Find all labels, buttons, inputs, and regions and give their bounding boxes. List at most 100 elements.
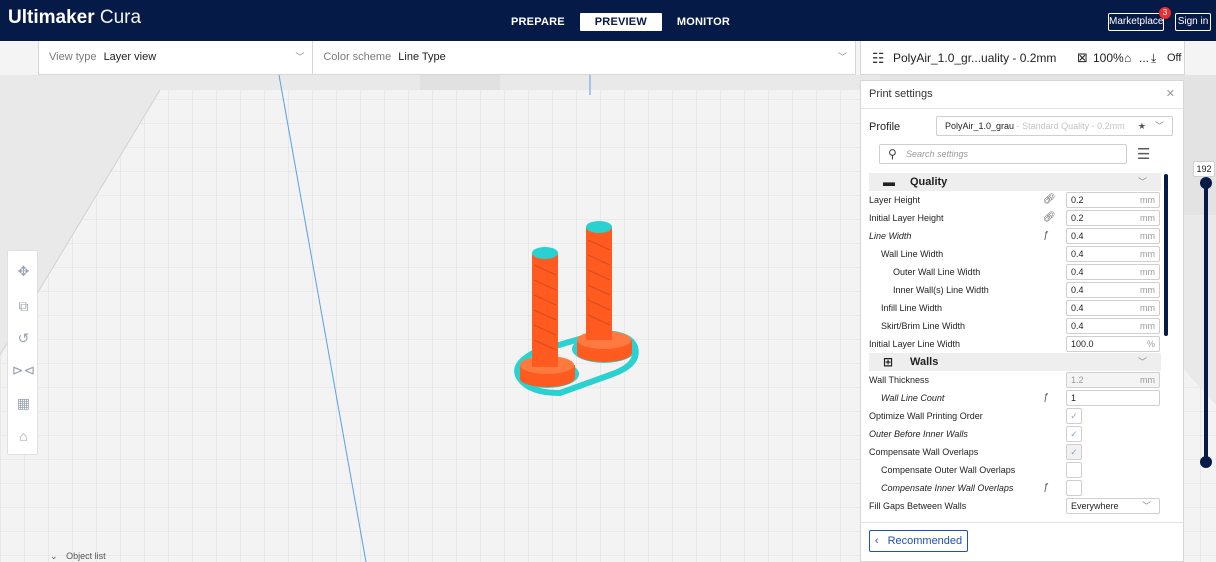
setting-wall-thickness: Wall Thickness 1.2 mm <box>869 371 1161 389</box>
tool-palette: ✥ ⧉ ↺ ⊳⊲ ▦ ⌂ <box>7 250 38 455</box>
rotate-tool-icon[interactable]: ↺ <box>8 323 39 353</box>
search-settings-input[interactable]: ⚲ Search settings <box>879 144 1127 164</box>
setting-label: Initial Layer Height <box>869 213 944 223</box>
view-type-value: Layer view <box>103 51 157 63</box>
tab-monitor[interactable]: MONITOR <box>662 13 745 31</box>
setting-unit: mm <box>1140 321 1155 331</box>
move-tool-icon[interactable]: ✥ <box>8 256 39 286</box>
profile-quality: Standard Quality - 0.2mm <box>1022 121 1125 131</box>
recommended-label: Recommended <box>887 535 963 547</box>
setting-input[interactable]: 0.4 mm <box>1066 282 1160 298</box>
setting-label: Wall Line Width <box>881 249 944 259</box>
setting-input[interactable]: 0.4 mm <box>1066 228 1160 244</box>
setting-label: Wall Thickness <box>869 375 930 385</box>
setting-unit: % <box>1146 339 1155 349</box>
setting-input[interactable]: 0.4 mm <box>1066 318 1160 334</box>
settings-scrollbar[interactable] <box>1164 174 1168 336</box>
profile-label: Profile <box>869 121 901 133</box>
chevron-down-icon: ⌄ <box>50 551 58 561</box>
layer-slider-track[interactable] <box>1204 183 1208 462</box>
chevron-down-icon: ﹀ <box>1137 177 1147 187</box>
chevron-down-icon: ﹀ <box>1137 357 1147 367</box>
setting-label: Initial Layer Line Width <box>869 339 961 349</box>
setting-value: 0.2 <box>1071 195 1084 205</box>
setting-compensate-inner-wall: Compensate Inner Wall Overlaps ƒ <box>869 479 1161 497</box>
setting-unit: mm <box>1140 375 1155 385</box>
setting-input[interactable]: 1 <box>1066 390 1160 406</box>
object-list-toggle[interactable]: ⌄ Object list <box>50 551 106 562</box>
top-bar: Ultimaker Cura PREPARE PREVIEW MONITOR M… <box>0 0 1216 41</box>
setting-label: Fill Gaps Between Walls <box>869 501 967 511</box>
chevron-down-icon: ﹀ <box>295 52 305 62</box>
setting-input[interactable]: 0.4 mm <box>1066 246 1160 262</box>
per-model-settings-icon[interactable]: ▦ <box>8 388 39 418</box>
setting-input[interactable]: 1.2 mm <box>1066 372 1160 388</box>
setting-checkbox[interactable]: ✓ <box>1066 408 1082 424</box>
setting-compensate-wall-overlaps: Compensate Wall Overlaps ✓ <box>869 443 1161 461</box>
settings-menu-icon[interactable]: ☰ <box>1137 145 1150 163</box>
tab-preview[interactable]: PREVIEW <box>579 13 662 31</box>
setting-label: Outer Before Inner Walls <box>869 429 968 439</box>
infill-icon: ⊠ <box>1077 50 1088 65</box>
function-icon: ƒ <box>1043 230 1049 241</box>
setting-unit: mm <box>1140 249 1155 259</box>
setting-input[interactable]: 0.4 mm <box>1066 264 1160 280</box>
function-icon: ƒ <box>1043 392 1049 403</box>
setting-input[interactable]: 0.2 mm <box>1066 210 1160 226</box>
link-icon: 🔗︎ <box>1043 194 1056 205</box>
profile-dropdown[interactable]: PolyAir_1.0_grau - Standard Quality - 0.… <box>936 116 1173 136</box>
adhesion-value: Off <box>1167 52 1182 64</box>
walls-icon: ⊞ <box>883 355 894 369</box>
setting-value: 1.2 <box>1071 375 1084 385</box>
setting-value: 0.4 <box>1071 321 1084 331</box>
print-setup-selector[interactable]: ☷ PolyAir_1.0_gr...uality - 0.2mm ⊠ 100%… <box>860 41 1185 75</box>
setting-unit: mm <box>1140 303 1155 313</box>
category-quality-label: Quality <box>910 176 948 188</box>
star-icon[interactable]: ★ <box>1138 117 1146 135</box>
setting-dropdown[interactable]: Everywhere ﹀ <box>1066 498 1160 514</box>
setting-checkbox[interactable] <box>1066 480 1082 496</box>
setting-value: 0.4 <box>1071 303 1084 313</box>
setting-unit: mm <box>1140 195 1155 205</box>
sign-in-button[interactable]: Sign in <box>1175 13 1211 31</box>
layer-number-input[interactable]: 192 <box>1193 161 1215 177</box>
category-walls-label: Walls <box>910 356 939 368</box>
setting-input[interactable]: 0.2 mm <box>1066 192 1160 208</box>
print-settings-panel: Print settings ✕ Profile PolyAir_1.0_gra… <box>860 80 1184 562</box>
layer-slider-upper-handle[interactable] <box>1200 177 1212 189</box>
link-icon: 🔗︎ <box>1043 212 1056 223</box>
recommended-button[interactable]: ‹ Recommended <box>869 530 968 552</box>
search-icon: ⚲ <box>888 147 897 161</box>
mirror-tool-icon[interactable]: ⊳⊲ <box>8 355 39 385</box>
setting-checkbox[interactable]: ✓ <box>1066 426 1082 442</box>
color-scheme-dropdown[interactable]: Color scheme Line Type ﹀ <box>313 41 855 74</box>
setting-label: Compensate Inner Wall Overlaps <box>881 483 1014 493</box>
category-walls[interactable]: ⊞ Walls ﹀ <box>869 353 1161 371</box>
setting-value: 0.4 <box>1071 267 1084 277</box>
chevron-down-icon: ﹀ <box>837 52 847 62</box>
setting-checkbox[interactable] <box>1066 462 1082 478</box>
layer-slider-lower-handle[interactable] <box>1200 456 1212 468</box>
view-type-dropdown[interactable]: View type Layer view ﹀ <box>39 41 314 74</box>
setting-wall-line-count: Wall Line Count ƒ 1 <box>869 389 1161 407</box>
setting-label: Optimize Wall Printing Order <box>869 411 983 421</box>
marketplace-badge: 3 <box>1159 7 1171 19</box>
setting-initial-layer-height: Initial Layer Height 🔗︎ 0.2 mm <box>869 209 1161 227</box>
setting-line-width: Line Width ƒ 0.4 mm <box>869 227 1161 245</box>
stage-tabs: PREPARE PREVIEW MONITOR <box>496 13 745 31</box>
view-type-label: View type <box>49 51 97 63</box>
setting-input[interactable]: 100.0% <box>1066 336 1160 352</box>
setting-wall-line-width: Wall Line Width 0.4 mm <box>869 245 1161 263</box>
search-placeholder: Search settings <box>906 149 969 159</box>
setting-layer-height: Layer Height 🔗︎ 0.2 mm <box>869 191 1161 209</box>
setting-value: 0.2 <box>1071 213 1084 223</box>
marketplace-button[interactable]: Marketplace <box>1108 13 1164 31</box>
setting-checkbox[interactable]: ✓ <box>1066 444 1082 460</box>
support-blocker-icon[interactable]: ⌂ <box>8 421 39 451</box>
setting-input[interactable]: 0.4 mm <box>1066 300 1160 316</box>
scale-tool-icon[interactable]: ⧉ <box>8 291 39 321</box>
tab-prepare[interactable]: PREPARE <box>496 13 580 31</box>
category-quality[interactable]: ▬ Quality ﹀ <box>869 173 1161 191</box>
print-profile-summary: PolyAir_1.0_gr...uality - 0.2mm <box>893 51 1057 65</box>
close-icon[interactable]: ✕ <box>1166 87 1175 100</box>
